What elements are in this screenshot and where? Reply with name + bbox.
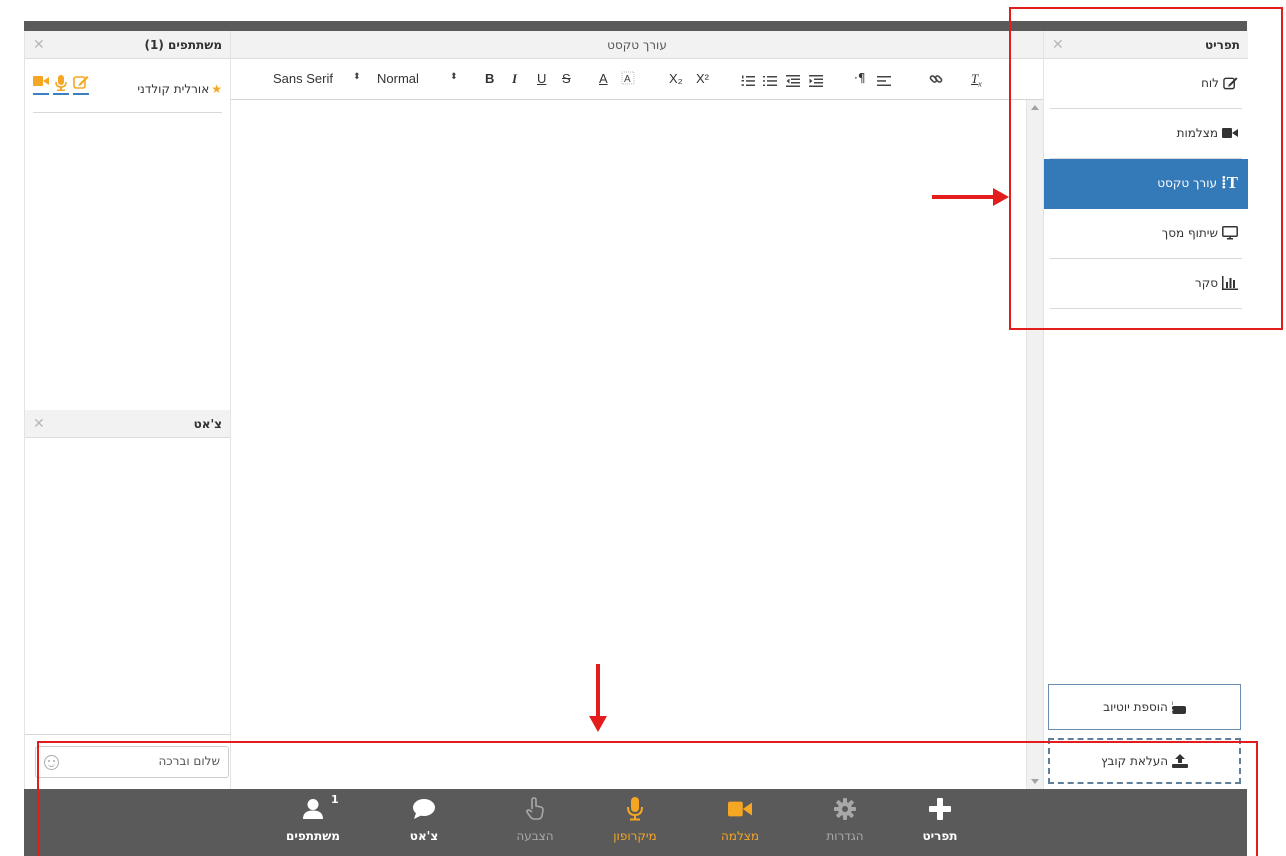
- annotation-arrowhead-right-icon: [993, 188, 1009, 206]
- participant-camera-icon[interactable]: [33, 75, 49, 95]
- svg-text:A: A: [624, 74, 631, 85]
- participants-title: משתתפים (1): [144, 38, 222, 52]
- annotation-arrowhead-down-icon: [589, 716, 607, 732]
- svg-text:You: You: [1172, 701, 1173, 707]
- italic-button[interactable]: I: [512, 71, 517, 87]
- font-select-arrows-icon[interactable]: ⬍: [353, 72, 361, 82]
- chat-divider: [25, 734, 230, 735]
- font-select[interactable]: Sans Serif: [273, 71, 333, 86]
- link-icon[interactable]: [929, 71, 943, 90]
- ordered-list-icon[interactable]: [741, 72, 755, 91]
- subscript-button[interactable]: X₂: [669, 71, 683, 86]
- editor-title: עורך טקסט: [231, 31, 1043, 59]
- annotation-arrow-right-icon: [932, 195, 996, 199]
- participant-microphone-icon[interactable]: [53, 75, 69, 95]
- outdent-icon[interactable]: [786, 72, 800, 91]
- participant-icons: [33, 75, 89, 95]
- clear-format-icon[interactable]: Tx: [971, 71, 982, 89]
- underline-button[interactable]: U: [537, 71, 546, 86]
- chat-close-icon[interactable]: ✕: [33, 410, 45, 438]
- annotation-box-menu: [1009, 7, 1283, 330]
- text-direction-icon[interactable]: ⋅¶: [854, 71, 865, 85]
- add-youtube-button[interactable]: YouTube הוספת יוטיוב: [1048, 684, 1241, 730]
- chat-panel: צ'אט ✕: [24, 410, 231, 790]
- moderator-star-icon: ★: [211, 82, 222, 96]
- text-color-button[interactable]: A: [599, 71, 608, 86]
- participant-edit-icon[interactable]: [73, 75, 89, 95]
- youtube-icon: YouTube: [1171, 701, 1186, 715]
- annotation-box-bottom: [37, 741, 1258, 856]
- superscript-button[interactable]: X²: [696, 71, 709, 86]
- align-icon[interactable]: [877, 72, 891, 91]
- background-color-icon[interactable]: A: [621, 70, 635, 85]
- chat-header: צ'אט ✕: [25, 410, 230, 438]
- text-editor-panel: עורך טקסט Sans Serif ⬍ Normal ⬍ B I U S …: [231, 31, 1043, 789]
- app-window: משתתפים (1) ✕ ★אורלית קולדני צ'אט ✕ שלום…: [0, 0, 1286, 856]
- participant-row[interactable]: ★אורלית קולדני: [33, 65, 222, 113]
- add-youtube-label: הוספת יוטיוב: [1103, 700, 1168, 714]
- strike-button[interactable]: S: [562, 71, 571, 86]
- participant-name-label: ★אורלית קולדני: [137, 82, 222, 96]
- participant-name: אורלית קולדני: [137, 82, 210, 96]
- participants-header: משתתפים (1) ✕: [25, 31, 230, 59]
- indent-icon[interactable]: [809, 72, 823, 91]
- bold-button[interactable]: B: [485, 71, 494, 86]
- bullet-list-icon[interactable]: [763, 72, 777, 91]
- annotation-arrow-down-icon: [596, 664, 600, 718]
- editor-toolbar: Sans Serif ⬍ Normal ⬍ B I U S A A X₂ X²: [231, 59, 1043, 100]
- chat-title: צ'אט: [193, 417, 222, 431]
- participants-close-icon[interactable]: ✕: [33, 31, 45, 59]
- size-select-arrows-icon[interactable]: ⬍: [450, 72, 458, 82]
- size-select[interactable]: Normal: [377, 71, 419, 86]
